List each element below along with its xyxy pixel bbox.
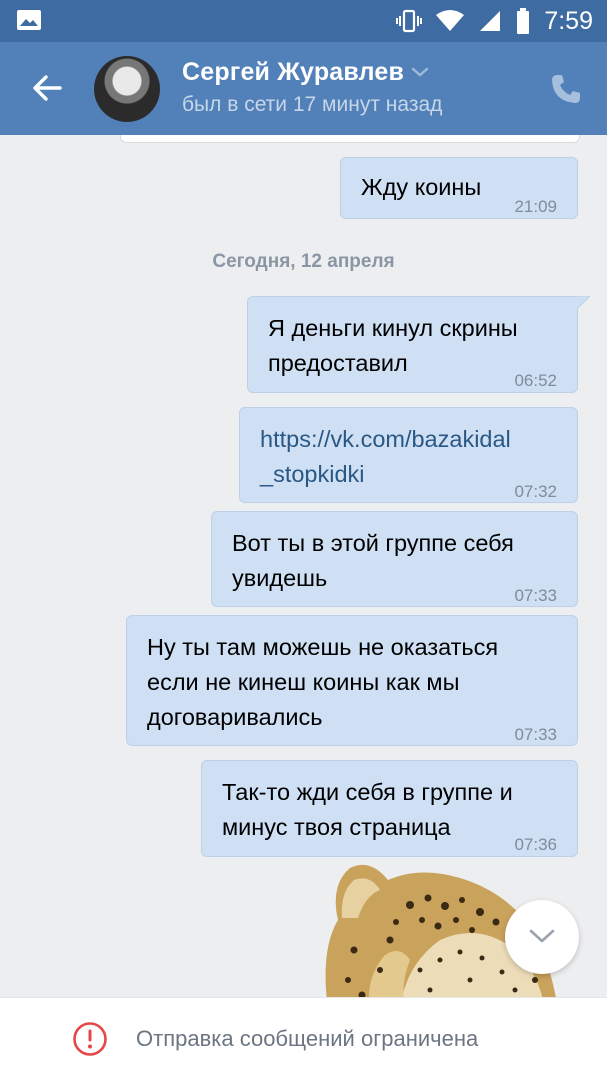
message-time: 07:32 <box>514 482 557 501</box>
date-separator: Сегодня, 12 апреля <box>212 251 395 272</box>
message-time: 07:33 <box>514 586 557 605</box>
phone-icon[interactable] <box>549 72 583 106</box>
message-text: Так-то жди себя в группе и минус твоя ст… <box>222 779 513 840</box>
message-bubble[interactable]: Жду коины 21:09 <box>340 157 578 219</box>
gallery-icon <box>17 10 41 30</box>
scroll-down-button[interactable] <box>505 900 579 974</box>
message-bubble[interactable]: Вот ты в этой группе себя увидешь 07:33 <box>211 511 578 607</box>
status-bar: 7:59 <box>0 0 607 42</box>
message-link[interactable]: https://vk.com/bazakidal _stopkidki <box>260 422 511 492</box>
chevron-down-icon[interactable] <box>410 64 430 80</box>
composer-restricted: Отправка сообщений ограничена <box>0 997 607 1080</box>
contact-status: был в сети 17 минут назад <box>182 93 443 116</box>
message-list[interactable]: Жду коины 21:09 Сегодня, 12 апреля Я ден… <box>0 135 607 997</box>
message-text: Я деньги кинул скрины предоставил <box>268 315 518 376</box>
wifi-icon <box>436 10 465 31</box>
message-text: Жду коины <box>361 174 482 200</box>
message-bubble[interactable]: https://vk.com/bazakidal _stopkidki 07:3… <box>239 407 578 503</box>
vibrate-icon <box>396 9 423 33</box>
signal-icon <box>480 11 501 31</box>
clock: 7:59 <box>544 6 593 35</box>
chat-header: Сергей Журавлев был в сети 17 минут наза… <box>0 42 607 135</box>
message-time: 07:33 <box>514 725 557 744</box>
warning-icon <box>73 1022 107 1056</box>
previous-card <box>120 135 580 143</box>
message-text: Ну ты там можешь не оказаться если не ки… <box>147 634 499 730</box>
message-time: 06:52 <box>514 371 557 390</box>
avatar[interactable] <box>94 56 160 122</box>
message-bubble[interactable]: Ну ты там можешь не оказаться если не ки… <box>126 615 578 746</box>
message-text: Вот ты в этой группе себя увидешь <box>232 530 514 591</box>
restriction-text: Отправка сообщений ограничена <box>136 1026 479 1051</box>
message-bubble[interactable]: Так-то жди себя в группе и минус твоя ст… <box>201 760 578 857</box>
chevron-down-icon <box>529 929 555 943</box>
message-time: 21:09 <box>514 197 557 216</box>
contact-name[interactable]: Сергей Журавлев <box>182 58 404 87</box>
message-time: 07:36 <box>514 835 557 854</box>
back-arrow-icon[interactable] <box>26 68 70 108</box>
battery-icon <box>517 8 530 34</box>
message-bubble[interactable]: Я деньги кинул скрины предоставил 06:52 <box>247 296 591 393</box>
